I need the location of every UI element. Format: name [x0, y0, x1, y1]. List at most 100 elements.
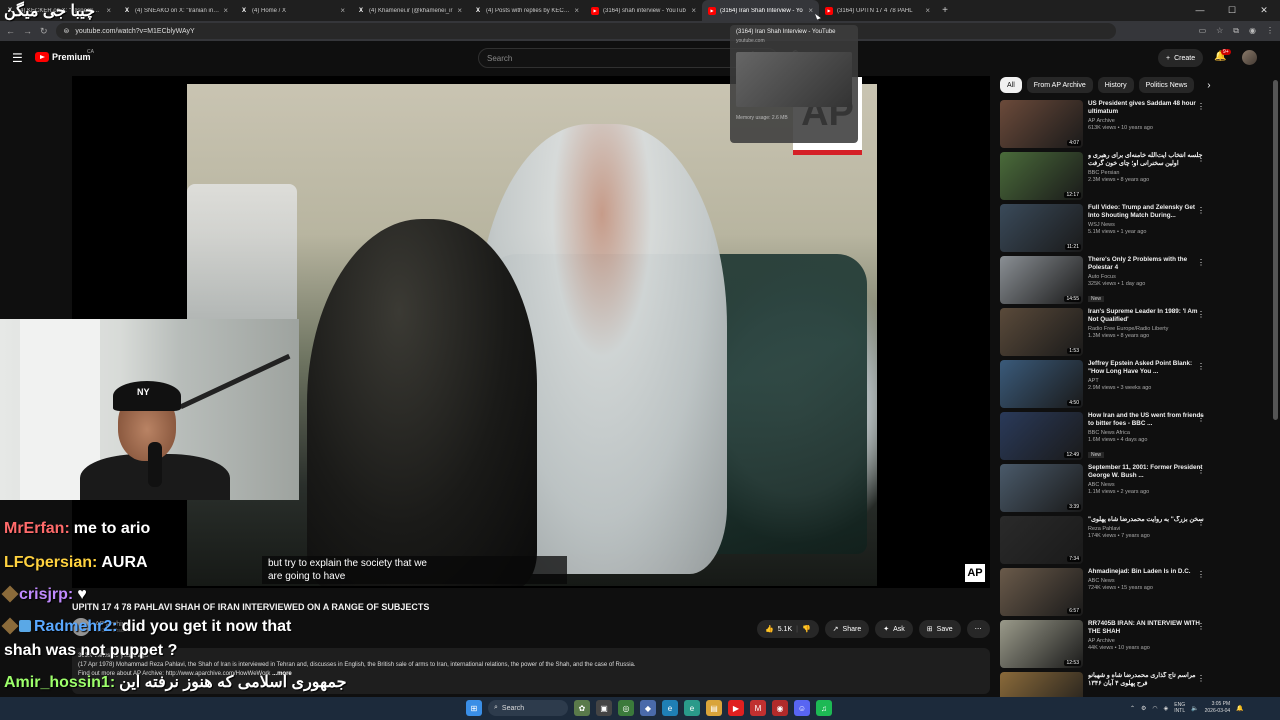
chrome-icon[interactable]: ◎ — [618, 700, 634, 716]
video-thumbnail[interactable]: 14:55 — [1000, 256, 1083, 304]
recommendation-channel[interactable]: AP Archive — [1088, 638, 1205, 644]
browser-tab[interactable]: X (4) Home / X × — [234, 0, 351, 21]
chevron-right-icon[interactable]: › — [1207, 80, 1210, 91]
close-tab-icon[interactable]: × — [340, 6, 345, 15]
recommendation-title[interactable]: RR7405B IRAN: AN INTERVIEW WITH THE SHAH — [1088, 620, 1205, 636]
language-indicator[interactable]: ENG INTL — [1174, 702, 1185, 714]
recommendation-channel[interactable]: Reza Pahlavi — [1088, 526, 1205, 532]
recommendation-title[interactable]: Jeffrey Epstein Asked Point Blank: "How … — [1088, 360, 1205, 376]
app-icon[interactable]: ◆ — [640, 700, 656, 716]
page-scrollbar[interactable] — [1273, 80, 1278, 420]
close-tab-icon[interactable]: × — [223, 6, 228, 15]
recommendation-item[interactable]: 1:53 Iran's Supreme Leader In 1989: 'I Am… — [1000, 308, 1205, 360]
wifi-icon[interactable]: ◠ — [1152, 705, 1157, 712]
recommendation-item[interactable]: 7:34 "سخن بزرگ" به روایت محمدرضا شاه پهلو… — [1000, 516, 1205, 568]
recommendation-title[interactable]: Iran's Supreme Leader In 1989: 'I Am Not… — [1088, 308, 1205, 324]
recommendation-channel[interactable]: BBC News Africa — [1088, 430, 1205, 436]
account-avatar[interactable] — [1242, 50, 1257, 65]
new-tab-button[interactable]: + — [936, 5, 954, 16]
close-window-button[interactable]: ✕ — [1248, 0, 1280, 21]
bookmark-star-icon[interactable]: ☆ — [1216, 26, 1223, 36]
video-thumbnail[interactable]: 1:53 — [1000, 308, 1083, 356]
tray-chevron-icon[interactable]: ⌃ — [1130, 705, 1135, 712]
more-options-icon[interactable]: ⋮ — [1197, 154, 1205, 163]
more-options-icon[interactable]: ⋮ — [1197, 622, 1205, 631]
more-options-icon[interactable]: ⋮ — [1197, 414, 1205, 423]
forward-icon[interactable]: → — [23, 26, 32, 36]
filter-chip[interactable]: From AP Archive — [1026, 77, 1093, 93]
video-thumbnail[interactable]: 6:57 — [1000, 568, 1083, 616]
like-button[interactable]: 👍 5.1K | 👎 — [757, 620, 819, 638]
volume-icon[interactable]: 🔈 — [1191, 705, 1198, 712]
close-tab-icon[interactable]: × — [691, 6, 696, 15]
recommendation-channel[interactable]: WSJ News — [1088, 222, 1205, 228]
discord-icon[interactable]: ☺ — [794, 700, 810, 716]
more-options-icon[interactable]: ⋮ — [1197, 102, 1205, 111]
url-field[interactable]: ⊜ youtube.com/watch?v=M1ECblyWAyY — [55, 23, 1116, 39]
hamburger-menu-icon[interactable]: ☰ — [12, 51, 23, 65]
taskbar-search[interactable]: ⌕ Search — [488, 700, 568, 716]
tray-app-icon[interactable]: ⚙ — [1141, 705, 1146, 712]
video-thumbnail[interactable]: 4:50 — [1000, 360, 1083, 408]
recommendation-title[interactable]: مراسم تاج گذاری محمدرضا شاه و شهبانو فرح… — [1088, 672, 1205, 688]
video-thumbnail[interactable]: 12:53 — [1000, 620, 1083, 668]
gmail-icon[interactable]: M — [750, 700, 766, 716]
youtube-logo[interactable]: Premium CA — [35, 49, 94, 62]
widgets-icon[interactable]: ✿ — [574, 700, 590, 716]
video-thumbnail[interactable]: 12:17 — [1000, 152, 1083, 200]
recommendation-channel[interactable]: ABC News — [1088, 578, 1205, 584]
recommendation-title[interactable]: Full Video: Trump and Zelensky Get Into … — [1088, 204, 1205, 220]
back-icon[interactable]: ← — [6, 26, 15, 36]
reload-icon[interactable]: ↻ — [40, 26, 48, 37]
recommendation-item[interactable]: 14:55 There's Only 2 Problems with the Po… — [1000, 256, 1205, 308]
recommendation-item[interactable]: 4:50 Jeffrey Epstein Asked Point Blank: "… — [1000, 360, 1205, 412]
spotify-icon[interactable]: ♫ — [816, 700, 832, 716]
more-options-icon[interactable]: ⋮ — [1197, 466, 1205, 475]
browser-tab[interactable]: ▶ (3164) shah interview - YouTub × — [585, 0, 702, 21]
thumbs-down-icon[interactable]: 👎 — [802, 625, 811, 633]
save-button[interactable]: ⊞ Save — [918, 620, 961, 638]
profile-icon[interactable]: ◉ — [1249, 26, 1256, 36]
task-view-icon[interactable]: ▣ — [596, 700, 612, 716]
browser-tab[interactable]: X (4) SNEAKO on X: "Iranian influ × — [117, 0, 234, 21]
recommendation-item[interactable]: 12:53 RR7405B IRAN: AN INTERVIEW WITH THE… — [1000, 620, 1205, 672]
close-tab-icon[interactable]: × — [808, 6, 813, 15]
recommendation-title[interactable]: جلسه انتخاب آیت‌الله خامنه‌ای برای رهبری… — [1088, 152, 1205, 168]
site-info-icon[interactable]: ⊜ — [64, 27, 70, 35]
video-thumbnail[interactable]: 12:49 — [1000, 412, 1083, 460]
edge-icon[interactable]: e — [662, 700, 678, 716]
filter-chip[interactable]: All — [1000, 77, 1022, 93]
recommendation-item[interactable]: 4:07 US President gives Saddam 48 hour ul… — [1000, 100, 1205, 152]
close-tab-icon[interactable]: × — [925, 6, 930, 15]
recommendation-channel[interactable]: Radio Free Europe/Radio Liberty — [1088, 326, 1205, 332]
more-options-icon[interactable]: ⋮ — [1197, 570, 1205, 579]
create-button[interactable]: + Create — [1158, 49, 1204, 67]
more-options-icon[interactable]: ⋮ — [1197, 518, 1205, 527]
recommendation-channel[interactable]: Auto Focus — [1088, 274, 1205, 280]
recommendation-item[interactable]: 3:39 September 11, 2001: Former President… — [1000, 464, 1205, 516]
minimize-button[interactable]: — — [1184, 0, 1216, 21]
more-options-icon[interactable]: ⋮ — [1197, 362, 1205, 371]
recommendation-title[interactable]: September 11, 2001: Former President Geo… — [1088, 464, 1205, 480]
filter-chip[interactable]: Politics News — [1138, 77, 1195, 93]
share-button[interactable]: ↗ Share — [824, 620, 870, 638]
recommendation-channel[interactable]: BBC Persian — [1088, 170, 1205, 176]
browser-tab[interactable]: ▶ (3164) UPITN 17 4 78 PAHL × — [819, 0, 936, 21]
edge-dev-icon[interactable]: e — [684, 700, 700, 716]
close-tab-icon[interactable]: × — [106, 6, 111, 15]
recommendation-item[interactable]: 6:57 Ahmadinejad: Bin Laden Is in D.C. ABC… — [1000, 568, 1205, 620]
recommendation-title[interactable]: "سخن بزرگ" به روایت محمدرضا شاه پهلوی — [1088, 516, 1205, 524]
browser-tab[interactable]: X (4) Posts with replies by KECKE × — [468, 0, 585, 21]
more-options-icon[interactable]: ⋮ — [1197, 674, 1205, 683]
more-options-icon[interactable]: ⋮ — [1197, 206, 1205, 215]
recommendation-channel[interactable]: AP Archive — [1088, 118, 1205, 124]
recommendation-title[interactable]: There's Only 2 Problems with the Polesta… — [1088, 256, 1205, 272]
browser-tab[interactable]: X (4) Khamenei.ir (@khamenei_ir × — [351, 0, 468, 21]
browser-menu-icon[interactable]: ⋮ — [1266, 26, 1274, 36]
ask-button[interactable]: ✦ Ask — [875, 620, 913, 638]
video-thumbnail[interactable]: 3:39 — [1000, 464, 1083, 512]
youtube-app-icon[interactable]: ▶ — [728, 700, 744, 716]
extension-icon[interactable]: ⧉ — [1233, 26, 1239, 36]
video-thumbnail[interactable]: 11:21 — [1000, 204, 1083, 252]
more-options-icon[interactable]: ⋮ — [1197, 258, 1205, 267]
